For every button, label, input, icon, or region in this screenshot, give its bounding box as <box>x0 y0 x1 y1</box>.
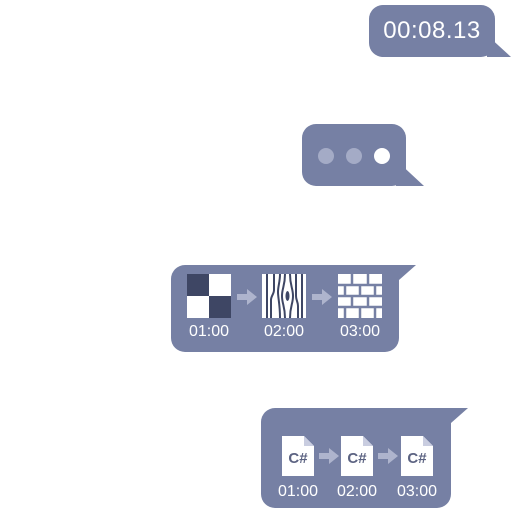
file-type-label: C# <box>407 450 427 467</box>
arrow-right-icon <box>319 448 339 464</box>
step-time-label: 03:00 <box>339 323 381 340</box>
typing-dot <box>374 148 390 164</box>
csharp-file-icon: C# <box>341 436 373 476</box>
typing-dot <box>318 148 334 164</box>
chat-canvas: 00:08.13 01:00 02:00 03:00 C# C# C# 01:0… <box>0 0 512 512</box>
bubble-tail <box>396 160 424 186</box>
bubble-tail <box>434 408 468 438</box>
elapsed-time-label: 00:08.13 <box>383 17 481 44</box>
step-time-label: 01:00 <box>277 483 319 500</box>
texture-sequence-bubble[interactable]: 01:00 02:00 03:00 <box>171 265 416 352</box>
arrow-right-icon <box>237 289 257 305</box>
step-time-label: 03:00 <box>396 483 438 500</box>
typing-indicator-bubble <box>302 124 424 186</box>
checkerboard-texture-icon <box>187 274 231 318</box>
file-type-label: C# <box>288 450 308 467</box>
script-sequence-bubble[interactable]: C# C# C# 01:00 02:00 03:00 <box>261 408 468 508</box>
brick-wall-texture-icon <box>338 274 382 318</box>
csharp-file-icon: C# <box>401 436 433 476</box>
arrow-right-icon <box>378 448 398 464</box>
csharp-file-icon: C# <box>282 436 314 476</box>
step-time-label: 02:00 <box>263 323 305 340</box>
file-type-label: C# <box>347 450 367 467</box>
step-time-label: 02:00 <box>336 483 378 500</box>
timer-message-bubble[interactable]: 00:08.13 <box>369 5 511 57</box>
bubble-tail <box>382 265 416 295</box>
typing-dot <box>346 148 362 164</box>
step-time-label: 01:00 <box>188 323 230 340</box>
wood-grain-texture-icon <box>262 274 306 318</box>
arrow-right-icon <box>312 289 332 305</box>
